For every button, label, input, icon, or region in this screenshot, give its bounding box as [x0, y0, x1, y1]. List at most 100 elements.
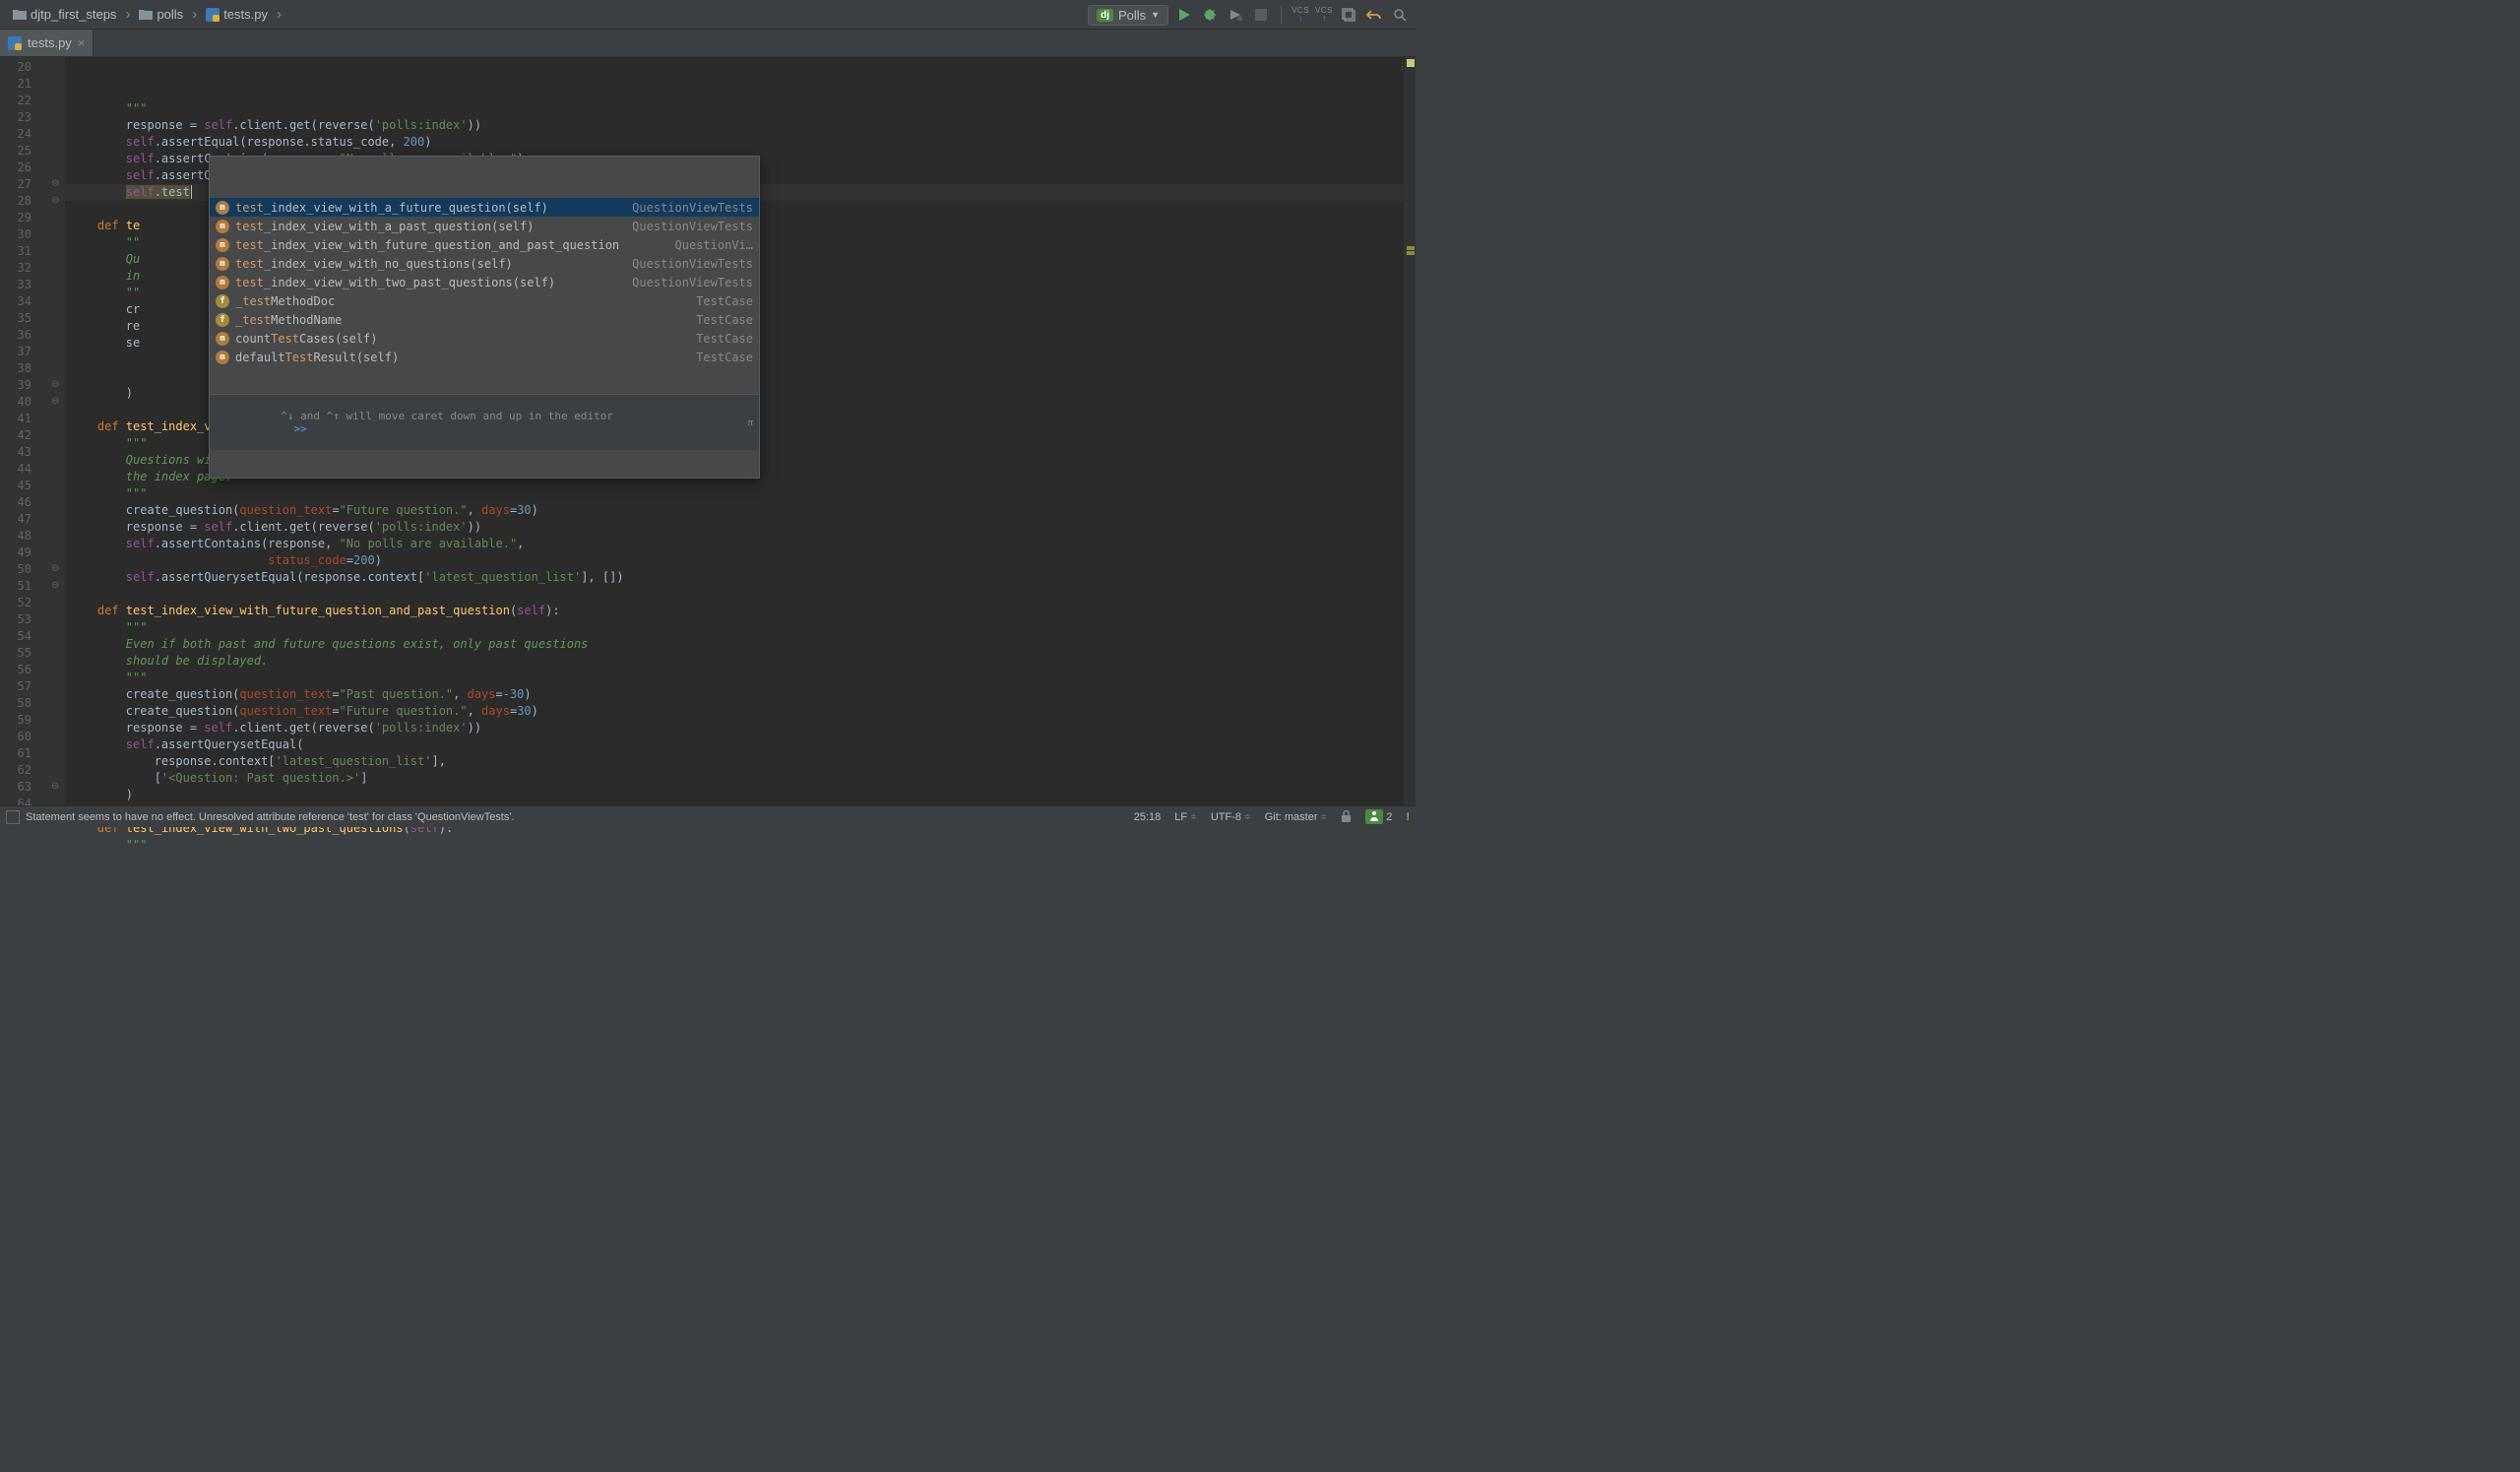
- code-line[interactable]: """: [65, 100, 1416, 117]
- breadcrumb-file[interactable]: tests.py: [199, 4, 275, 25]
- vcs-commit-button[interactable]: VCS ↑: [1315, 7, 1333, 23]
- fold-toggle[interactable]: ⊖: [51, 580, 59, 591]
- undo-button[interactable]: [1364, 5, 1384, 25]
- line-number: 24: [0, 126, 49, 143]
- code-line[interactable]: ): [65, 787, 1416, 803]
- lock-icon[interactable]: [1341, 810, 1352, 823]
- line-separator[interactable]: LF≑: [1174, 811, 1197, 823]
- code-line[interactable]: response = self.client.get(reverse('poll…: [65, 519, 1416, 536]
- completion-popup[interactable]: m test_index_view_with_a_future_question(…: [209, 156, 760, 479]
- code-line[interactable]: def test_index_view_with_future_question…: [65, 603, 1416, 619]
- line-number: 27: [0, 176, 49, 193]
- line-number: 20: [0, 59, 49, 76]
- line-number: 21: [0, 76, 49, 93]
- run-button[interactable]: [1174, 5, 1194, 25]
- completion-item-name: countTestCases(self): [235, 332, 688, 346]
- close-icon[interactable]: ×: [78, 35, 86, 50]
- fold-toggle[interactable]: ⊖: [51, 178, 59, 189]
- code-line[interactable]: ['<Question: Past question.>']: [65, 770, 1416, 787]
- status-message: Statement seems to have no effect. Unres…: [26, 811, 515, 823]
- code-line[interactable]: self.assertQuerysetEqual(response.contex…: [65, 569, 1416, 586]
- line-number: 28: [0, 193, 49, 210]
- analysis-indicator[interactable]: [1407, 59, 1415, 67]
- inspection-indicator[interactable]: !: [1406, 811, 1410, 823]
- method-icon: m: [216, 332, 229, 346]
- completion-item[interactable]: mtest_index_view_with_two_past_questions…: [210, 273, 759, 291]
- breadcrumb-bar: djtp_first_steps › polls › tests.py › dj…: [0, 0, 1416, 30]
- error-stripe[interactable]: [1404, 57, 1416, 810]
- completion-link[interactable]: >>: [293, 422, 306, 435]
- line-number: 34: [0, 293, 49, 310]
- completion-item-name: test_index_view_with_a_future_question(s…: [235, 201, 624, 215]
- code-area[interactable]: """ response = self.client.get(reverse('…: [65, 57, 1416, 810]
- code-line[interactable]: response.context['latest_question_list']…: [65, 753, 1416, 770]
- save-all-button[interactable]: [1339, 5, 1358, 25]
- breadcrumb-label: tests.py: [223, 7, 268, 22]
- fold-toggle[interactable]: ⊖: [51, 396, 59, 407]
- stop-button[interactable]: [1251, 5, 1271, 25]
- tool-window-toggle[interactable]: [6, 810, 20, 824]
- file-encoding[interactable]: UTF-8≑: [1211, 811, 1251, 823]
- completion-item[interactable]: mdefaultTestResult(self)TestCase: [210, 348, 759, 366]
- breadcrumb-label: djtp_first_steps: [31, 7, 116, 22]
- fold-toggle[interactable]: ⊖: [51, 379, 59, 390]
- code-line[interactable]: create_question(question_text="Future qu…: [65, 703, 1416, 720]
- code-line[interactable]: status_code=200): [65, 552, 1416, 569]
- method-icon: m: [216, 220, 229, 233]
- line-number: 56: [0, 662, 49, 678]
- completion-item[interactable]: mtest_index_view_with_no_questions(self)…: [210, 254, 759, 273]
- line-number: 31: [0, 243, 49, 260]
- fold-toggle[interactable]: ⊖: [51, 195, 59, 206]
- pi-icon[interactable]: π: [747, 416, 753, 428]
- completion-item-name: defaultTestResult(self): [235, 351, 688, 364]
- debug-button[interactable]: [1200, 5, 1220, 25]
- method-icon: m: [216, 201, 229, 215]
- search-button[interactable]: [1390, 5, 1410, 25]
- git-branch[interactable]: Git: master≑: [1265, 811, 1328, 823]
- completion-item[interactable]: mtest_index_view_with_a_past_question(se…: [210, 217, 759, 235]
- completion-item[interactable]: mcountTestCases(self)TestCase: [210, 329, 759, 348]
- code-line[interactable]: should be displayed.: [65, 653, 1416, 670]
- run-config-selector[interactable]: dj Polls ▼: [1088, 5, 1168, 26]
- code-line[interactable]: self.assertContains(response, "No polls …: [65, 536, 1416, 552]
- code-editor[interactable]: 2021222324252627282930313233343536373839…: [0, 57, 1416, 810]
- notifications[interactable]: 2: [1365, 809, 1392, 824]
- warning-marker[interactable]: [1407, 251, 1415, 255]
- fold-toggle[interactable]: ⊖: [51, 781, 59, 792]
- completion-item[interactable]: f_testMethodDocTestCase: [210, 291, 759, 310]
- notification-badge-icon: [1365, 809, 1383, 824]
- vcs-update-button[interactable]: VCS ↓: [1292, 7, 1309, 23]
- fold-column[interactable]: ⊖ ⊖ ⊖ ⊖ ⊖ ⊖ ⊖: [49, 57, 65, 810]
- code-line[interactable]: create_question(question_text="Past ques…: [65, 686, 1416, 703]
- code-line[interactable]: """: [65, 837, 1416, 854]
- completion-item[interactable]: m test_index_view_with_a_future_question(…: [210, 198, 759, 217]
- code-line[interactable]: Even if both past and future questions e…: [65, 636, 1416, 653]
- code-line[interactable]: [65, 586, 1416, 603]
- breadcrumb-project[interactable]: djtp_first_steps: [6, 4, 123, 25]
- code-line[interactable]: self.assertEqual(response.status_code, 2…: [65, 134, 1416, 151]
- warning-marker[interactable]: [1407, 246, 1415, 250]
- fold-toggle[interactable]: ⊖: [51, 563, 59, 574]
- python-file-icon: [8, 36, 22, 50]
- code-line[interactable]: """: [65, 485, 1416, 502]
- line-number: 39: [0, 377, 49, 394]
- code-line[interactable]: response = self.client.get(reverse('poll…: [65, 720, 1416, 736]
- completion-item-name: test_index_view_with_no_questions(self): [235, 257, 624, 271]
- breadcrumb-folder[interactable]: polls: [132, 4, 190, 25]
- line-number: 47: [0, 511, 49, 528]
- code-line[interactable]: """: [65, 619, 1416, 636]
- completion-item[interactable]: f_testMethodNameTestCase: [210, 310, 759, 329]
- caret-position[interactable]: 25:18: [1134, 811, 1162, 823]
- code-line[interactable]: response = self.client.get(reverse('poll…: [65, 117, 1416, 134]
- code-line[interactable]: """: [65, 670, 1416, 686]
- line-number: 41: [0, 411, 49, 427]
- code-line[interactable]: self.assertQuerysetEqual(: [65, 736, 1416, 753]
- code-line[interactable]: create_question(question_text="Future qu…: [65, 502, 1416, 519]
- completion-item[interactable]: mtest_index_view_with_future_question_an…: [210, 235, 759, 254]
- line-number: 42: [0, 427, 49, 444]
- line-number: 38: [0, 360, 49, 377]
- tab-tests-py[interactable]: tests.py ×: [0, 30, 94, 56]
- run-with-coverage-button[interactable]: [1226, 5, 1245, 25]
- chevron-right-icon: ›: [192, 6, 197, 23]
- field-icon: f: [216, 294, 229, 308]
